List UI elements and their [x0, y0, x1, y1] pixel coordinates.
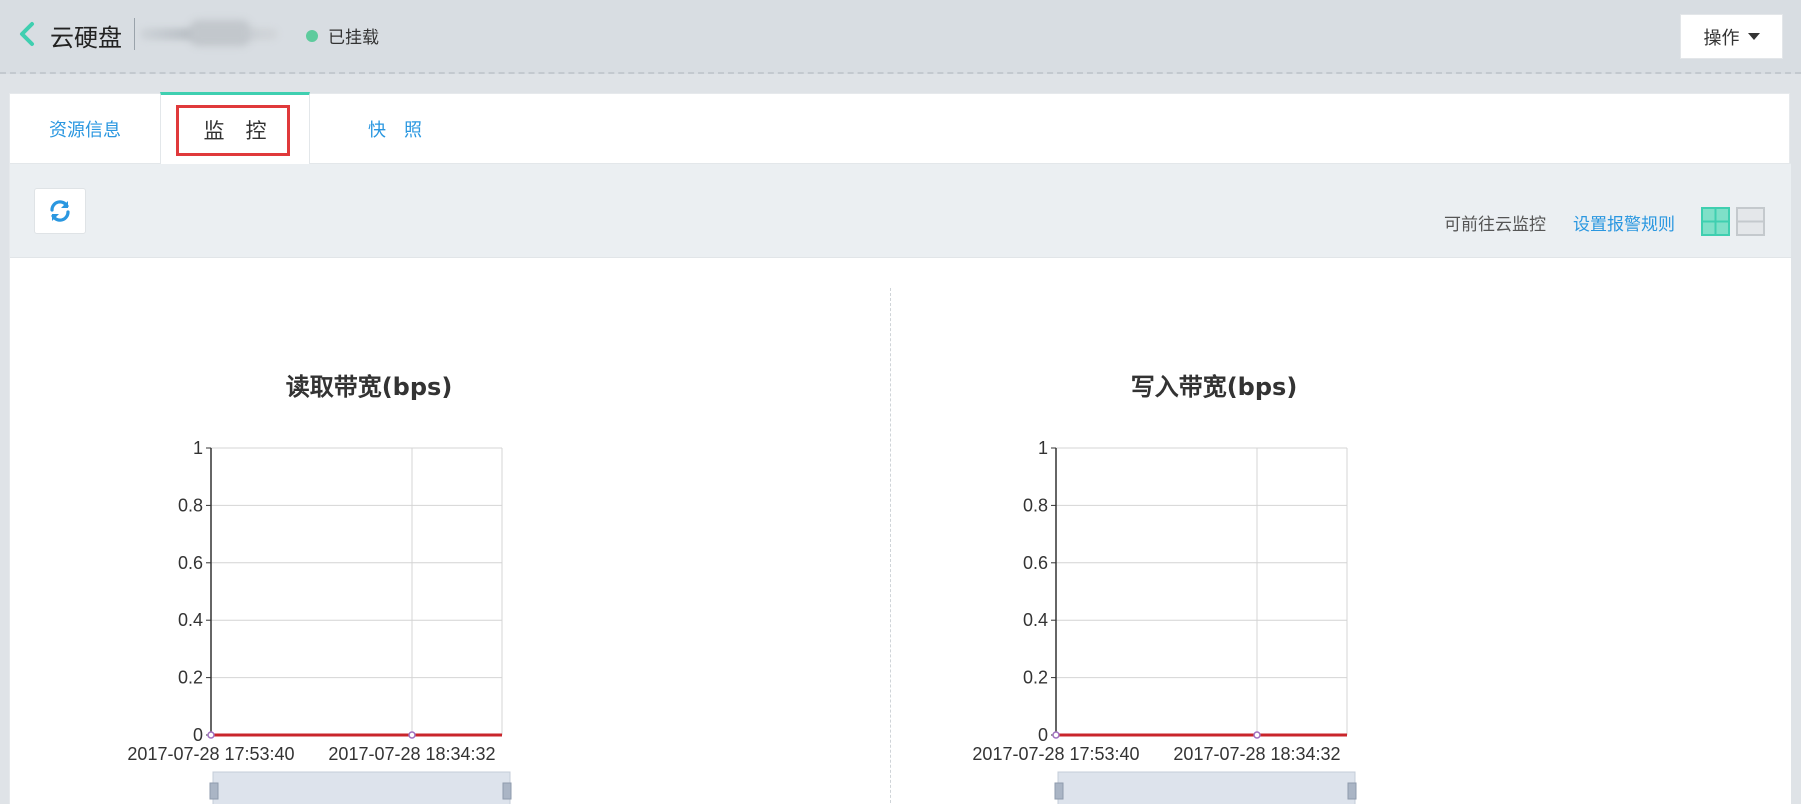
y-tick-label: 0.8 — [1023, 495, 1048, 515]
data-point — [1052, 731, 1060, 739]
zoom-handle — [1054, 782, 1064, 800]
page-title: 云硬盘 — [50, 24, 122, 52]
y-tick-label: 0.8 — [178, 495, 203, 515]
chart-title: 读取带宽(bps) — [286, 373, 453, 401]
actions-label: 操作 — [1703, 27, 1740, 49]
y-tick-label: 1 — [1038, 438, 1048, 458]
zoom-handle — [1347, 782, 1357, 800]
zoom-slider — [212, 771, 511, 804]
write-bandwidth-svg: 写入带宽(bps) 0 0.2 0.4 0.6 0.8 1 2017-07-28 17:53:… — [972, 373, 1357, 804]
status-badge: 已挂载 — [306, 23, 379, 48]
y-tick-label: 0 — [1038, 725, 1048, 745]
read-bandwidth-chart: 读取带宽(bps) 0 0.2 0.4 0.6 0.8 1 2017-07-28 17:53:… — [10, 258, 870, 804]
tab-resource-info[interactable]: 资源信息 — [10, 94, 160, 164]
refresh-icon — [50, 200, 70, 222]
redacted-disk-name — [140, 18, 278, 50]
goto-cloud-monitor-text: 可前往云监控 — [1444, 215, 1546, 235]
back-arrow-icon[interactable] — [16, 20, 40, 48]
set-alert-rules-link[interactable]: 设置报警规则 — [1573, 210, 1675, 235]
x-tick-label: 2017-07-28 17:53:40 — [127, 744, 294, 764]
charts-area: 读取带宽(bps) 0 0.2 0.4 0.6 0.8 1 2017-07-28 17:53:… — [10, 258, 1791, 804]
read-bandwidth-svg: 读取带宽(bps) 0 0.2 0.4 0.6 0.8 1 2017-07-28 17:53:… — [127, 373, 512, 804]
status-text: 已挂载 — [328, 28, 379, 48]
data-point — [1253, 731, 1261, 739]
title-divider — [134, 18, 135, 50]
y-tick-label: 0.4 — [178, 610, 203, 630]
chevron-down-icon — [1747, 33, 1760, 40]
y-tick-label: 0.6 — [1023, 553, 1048, 573]
zoom-handle — [209, 782, 219, 800]
detail-panel: 资源信息 监 控 快 照 可前往云监控 设置报警规则 读取带宽(bps) 0 0… — [9, 92, 1791, 804]
data-point — [207, 731, 215, 739]
x-tick-label: 2017-07-28 17:53:40 — [972, 744, 1139, 764]
actions-dropdown-button[interactable]: 操作 — [1680, 14, 1783, 59]
x-tick-label: 2017-07-28 18:34:32 — [1173, 744, 1340, 764]
highlight-box — [176, 105, 290, 156]
status-dot-icon — [306, 29, 318, 42]
y-tick-label: 0.6 — [178, 553, 203, 573]
zoom-handle — [502, 782, 512, 800]
data-point — [408, 731, 416, 739]
chart-title: 写入带宽(bps) — [1131, 373, 1298, 401]
grid-layout-icon[interactable] — [1701, 207, 1730, 236]
monitor-toolbar: 可前往云监控 设置报警规则 — [10, 164, 1791, 258]
y-tick-label: 0.2 — [178, 668, 203, 688]
tab-monitor[interactable]: 监 控 — [160, 92, 310, 164]
tab-bar: 资源信息 监 控 快 照 — [10, 92, 1791, 164]
y-tick-label: 0.2 — [1023, 668, 1048, 688]
single-layout-icon[interactable] — [1736, 207, 1765, 236]
x-tick-label: 2017-07-28 18:34:32 — [328, 744, 495, 764]
zoom-slider — [1057, 771, 1356, 804]
tab-snapshot[interactable]: 快 照 — [310, 94, 480, 164]
tab-snapshot-label: 快 照 — [368, 120, 422, 141]
header-bar: 云硬盘 已挂载 操作 — [0, 0, 1801, 74]
refresh-button[interactable] — [34, 188, 86, 234]
y-tick-label: 0 — [193, 725, 203, 745]
tab-resource-info-label: 资源信息 — [49, 120, 121, 141]
write-bandwidth-chart: 写入带宽(bps) 0 0.2 0.4 0.6 0.8 1 2017-07-28 17:53:… — [855, 258, 1715, 804]
y-tick-label: 0.4 — [1023, 610, 1048, 630]
y-tick-label: 1 — [193, 438, 203, 458]
